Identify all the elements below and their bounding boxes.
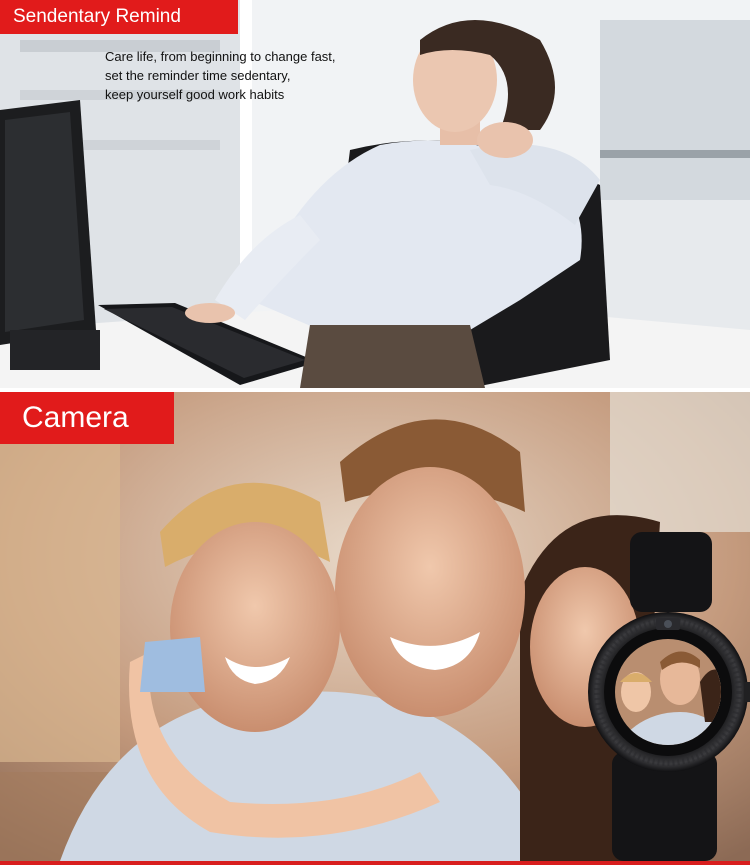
bottom-divider <box>0 861 750 865</box>
sedentary-caption: Care life, from beginning to change fast… <box>105 47 405 104</box>
sedentary-remind-section: Sendentary Remind Care life, from beginn… <box>0 0 750 388</box>
caption-line: set the reminder time sedentary, <box>105 68 291 83</box>
camera-section: Camera <box>0 392 750 861</box>
section-tag-camera: Camera <box>0 392 174 444</box>
caption-line: keep yourself good work habits <box>105 87 285 102</box>
caption-line: Care life, from beginning to change fast… <box>105 49 336 64</box>
section-tag-sedentary: Sendentary Remind <box>0 0 238 34</box>
family-photo <box>0 392 750 861</box>
